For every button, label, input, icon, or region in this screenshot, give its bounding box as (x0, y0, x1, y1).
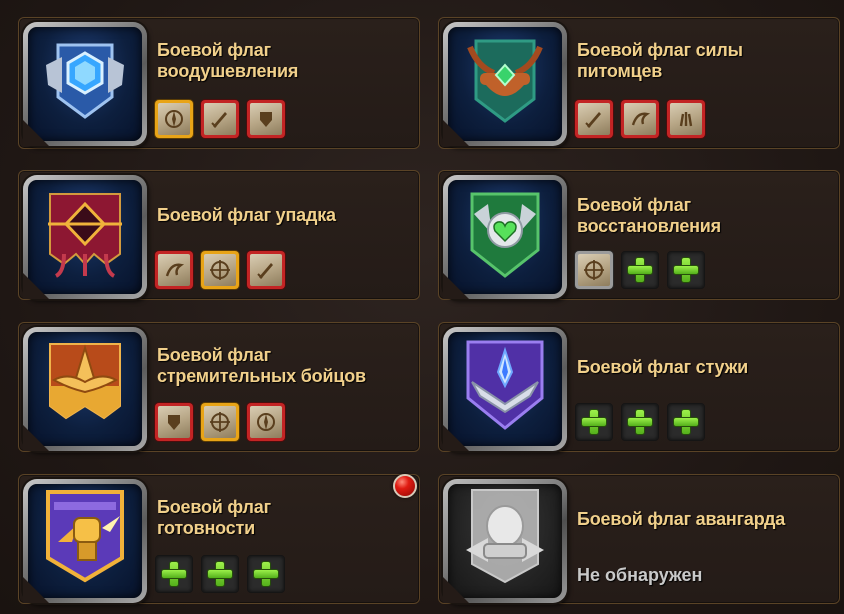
green-antler-banner-icon (448, 27, 562, 141)
rune-slot[interactable] (575, 100, 613, 138)
empty-slot-add-button[interactable] (621, 403, 659, 441)
rune-slots (575, 403, 705, 441)
flag-icon-frame (443, 479, 567, 603)
flag-card-pet-power[interactable]: Боевой флаг силы питомцев (438, 17, 840, 149)
rune-slots (155, 100, 285, 138)
flag-card-inspiration[interactable]: Боевой флаг воодушевления (18, 17, 420, 149)
empty-slot-add-button[interactable] (155, 555, 193, 593)
flag-card-vanguard[interactable]: Боевой флаг авангарда Не обнаружен (438, 474, 840, 604)
rune-slots (155, 555, 285, 593)
empty-slot-add-button[interactable] (201, 555, 239, 593)
flag-icon-frame (23, 479, 147, 603)
plus-icon (207, 561, 233, 587)
target-scroll-icon (210, 412, 230, 432)
green-heart-banner-icon (448, 180, 562, 294)
rune-slots (155, 403, 285, 441)
shield-scroll-icon (260, 112, 272, 127)
purple-frost-banner-icon (448, 332, 562, 446)
plus-icon (161, 561, 187, 587)
flag-icon-frame (23, 175, 147, 299)
plus-icon (673, 409, 699, 435)
flag-card-decay[interactable]: Боевой флаг упадка (18, 170, 420, 300)
flag-icon-frame (443, 327, 567, 451)
rune-slot[interactable] (155, 403, 193, 441)
locked-gray-banner-icon (448, 484, 562, 598)
gold-winged-banner-icon (28, 332, 142, 446)
flag-title: Боевой флаг силы питомцев (577, 40, 743, 81)
flag-title: Боевой флаг упадка (157, 205, 336, 225)
rune-slot[interactable] (247, 251, 285, 289)
sword-scroll-icon (257, 263, 273, 279)
rune-slot[interactable] (201, 100, 239, 138)
rune-slot[interactable] (247, 403, 285, 441)
flag-icon-frame (443, 175, 567, 299)
rune-slot[interactable] (621, 100, 659, 138)
flag-card-swift-fighters[interactable]: Боевой флаг стремительных бойцов (18, 322, 420, 452)
flag-card-frost[interactable]: Боевой флаг стужи (438, 322, 840, 452)
whip-scroll-icon (631, 112, 651, 126)
flag-icon-frame (23, 22, 147, 146)
sword-scroll-icon (211, 112, 227, 128)
plus-icon (581, 409, 607, 435)
not-found-status: Не обнаружен (577, 565, 703, 585)
empty-slot-add-button[interactable] (621, 251, 659, 289)
rune-slot[interactable] (247, 100, 285, 138)
flag-card-readiness[interactable]: Боевой флаг готовности (18, 474, 420, 604)
rune-slots (575, 100, 705, 138)
plus-icon (627, 257, 653, 283)
claw-scroll-icon (679, 112, 693, 127)
rune-slot[interactable] (201, 251, 239, 289)
empty-slot-add-button[interactable] (667, 251, 705, 289)
whip-scroll-icon (165, 263, 185, 277)
rune-slot[interactable] (155, 251, 193, 289)
notification-dot (393, 474, 417, 498)
flag-card-restoration[interactable]: Боевой флаг восстановления (438, 170, 840, 300)
flag-icon-frame (23, 327, 147, 451)
flag-title: Боевой флаг авангарда (577, 509, 786, 529)
rune-slot[interactable] (667, 100, 705, 138)
crimson-banner-icon (28, 180, 142, 294)
flag-title: Боевой флаг стремительных бойцов (157, 345, 366, 386)
rune-slots (575, 251, 705, 289)
plus-icon (627, 409, 653, 435)
compass-scroll-icon (165, 110, 183, 128)
flag-title: Боевой флаг готовности (157, 497, 271, 538)
flag-title: Боевой флаг воодушевления (157, 40, 299, 81)
shield-scroll-icon (168, 415, 180, 430)
empty-slot-add-button[interactable] (247, 555, 285, 593)
flag-title: Боевой флаг восстановления (577, 195, 721, 236)
rune-slots (155, 251, 285, 289)
rune-slot[interactable] (201, 403, 239, 441)
empty-slot-add-button[interactable] (575, 403, 613, 441)
compass-scroll-icon (257, 413, 275, 431)
flag-icon-frame (443, 22, 567, 146)
empty-slot-add-button[interactable] (667, 403, 705, 441)
plus-icon (253, 561, 279, 587)
purple-fist-banner-icon (28, 484, 142, 598)
flag-title: Боевой флаг стужи (577, 357, 749, 377)
rune-slot[interactable] (575, 251, 613, 289)
sword-scroll-icon (585, 112, 601, 128)
rune-slot[interactable] (155, 100, 193, 138)
target-scroll-icon (210, 260, 230, 280)
blue-crystal-banner-icon (28, 27, 142, 141)
target-scroll-icon (584, 260, 604, 280)
plus-icon (673, 257, 699, 283)
